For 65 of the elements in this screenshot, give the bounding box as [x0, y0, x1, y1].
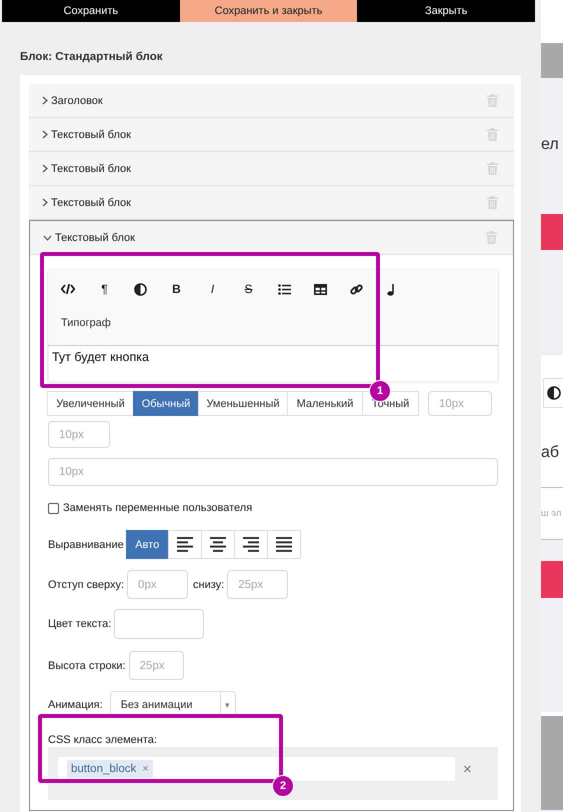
page-section [541, 0, 563, 43]
checkbox-label: Заменять переменные пользователя [63, 502, 252, 514]
list-icon[interactable] [278, 284, 291, 294]
size-input[interactable]: 10px [428, 391, 492, 416]
italic-button[interactable]: I [206, 282, 219, 296]
music-note-icon[interactable] [386, 282, 396, 296]
align-center-icon [210, 537, 226, 552]
accordion-header[interactable]: Заголовок [29, 84, 514, 118]
accordion-header[interactable]: Текстовый блок [29, 186, 514, 220]
align-auto-button[interactable]: Авто [126, 530, 169, 559]
text-color-input[interactable] [114, 609, 204, 639]
link-icon[interactable] [350, 282, 363, 296]
field-label: Анимация: [48, 698, 103, 710]
contrast-icon[interactable] [134, 282, 147, 296]
align-right-icon [242, 537, 259, 552]
page-banner [541, 214, 563, 250]
save-and-close-button[interactable]: Сохранить и закрыть [180, 0, 358, 22]
size-option[interactable]: Маленький [287, 391, 363, 416]
field-label: CSS класс элемента: [48, 734, 158, 747]
accordion-header[interactable]: Текстовый блок [29, 152, 514, 186]
field-label: Отступ сверху: [48, 578, 124, 590]
bold-button[interactable]: B [170, 282, 183, 296]
strikethrough-button[interactable]: S [242, 282, 255, 296]
clear-button[interactable]: × [463, 760, 472, 778]
chevron-right-icon[interactable] [42, 130, 48, 139]
accordion-header[interactable]: Текстовый блок [30, 221, 513, 255]
align-justify-icon [276, 537, 292, 552]
margin-bottom-input[interactable]: 25px [227, 570, 288, 599]
field-label: снизу: [193, 578, 224, 590]
page-text: аб [541, 443, 560, 463]
field-label: Высота строки: [48, 660, 126, 672]
chevron-right-icon[interactable] [42, 96, 48, 105]
margin-top-input[interactable]: 0px [127, 570, 188, 599]
typograph-button[interactable]: Типограф [48, 308, 111, 338]
editor-content[interactable]: Тут будет кнопка [48, 346, 498, 382]
chevron-right-icon[interactable] [42, 198, 48, 207]
table-icon[interactable] [314, 284, 327, 294]
align-button[interactable] [200, 530, 235, 559]
page-banner [541, 561, 563, 598]
chevron-down-icon[interactable] [43, 234, 52, 240]
align-left-icon [176, 537, 193, 552]
size-option[interactable]: Увеличенный [47, 391, 134, 416]
chevron-right-icon[interactable] [42, 164, 48, 173]
page-section [541, 712, 563, 716]
tag-label: button_block [71, 763, 136, 775]
align-button[interactable] [168, 530, 202, 559]
toolbar-button[interactable]: Закрыть [357, 0, 536, 22]
align-button[interactable] [266, 530, 301, 559]
code-icon[interactable] [61, 283, 75, 295]
size-input[interactable]: 10px [48, 458, 498, 486]
css-class-input[interactable]: button_block × [58, 757, 455, 781]
size-input[interactable]: 10px [48, 421, 110, 448]
align-button[interactable] [234, 530, 268, 559]
toolbar-button[interactable]: Сохранить [2, 0, 180, 22]
accordion-header[interactable]: Текстовый блок [29, 118, 514, 152]
field-label: Цвет текста: [48, 618, 112, 630]
paragraph-button[interactable]: ¶ [98, 282, 111, 296]
size-option[interactable]: Уменьшенный [198, 391, 288, 416]
block-title: Блок: Стандартный блок [19, 50, 164, 65]
size-option[interactable]: Обычный [133, 391, 199, 416]
line-height-input[interactable]: 25px [128, 651, 184, 680]
field-label: Выравнивание [48, 538, 124, 550]
header-panel [541, 43, 563, 78]
checkbox[interactable] [48, 502, 59, 514]
page-text: ел [541, 135, 560, 155]
